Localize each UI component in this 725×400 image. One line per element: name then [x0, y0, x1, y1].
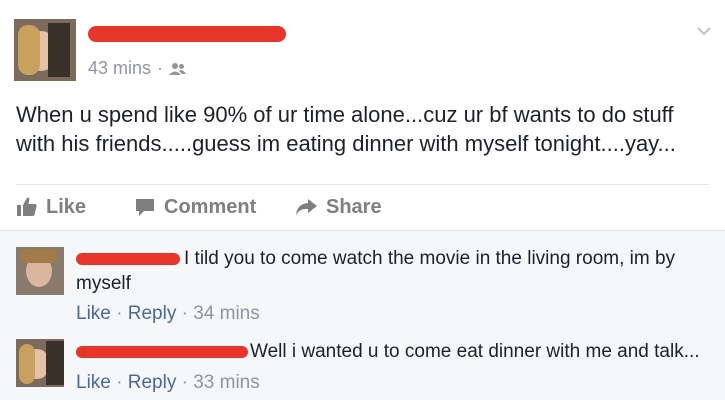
- redacted-author-name[interactable]: [88, 26, 286, 42]
- post-text: When u spend like 90% of ur time alone..…: [16, 102, 676, 156]
- meta-separator: ·: [110, 303, 128, 324]
- comment-like-link[interactable]: Like: [76, 303, 111, 324]
- post-meta: 43 mins ·: [88, 58, 187, 79]
- redacted-commenter-name[interactable]: [76, 346, 248, 358]
- comment-label: Comment: [164, 195, 257, 218]
- meta-separator: ·: [176, 372, 194, 393]
- like-button[interactable]: Like: [16, 196, 134, 219]
- meta-separator: ·: [176, 303, 194, 324]
- action-bar: Like Comment Share: [16, 190, 382, 224]
- post-timestamp[interactable]: 43 mins: [88, 58, 151, 79]
- comment-text-line1: Well i wanted u to come eat dinner with …: [250, 341, 700, 362]
- comment-time[interactable]: 33 mins: [193, 372, 260, 393]
- action-divider: [16, 184, 709, 185]
- like-label: Like: [46, 195, 87, 218]
- chevron-down-icon[interactable]: [695, 22, 713, 40]
- meta-separator: ·: [110, 372, 128, 393]
- commenter-avatar[interactable]: [16, 247, 64, 295]
- comment-like-link[interactable]: Like: [76, 372, 111, 393]
- share-button[interactable]: Share: [294, 196, 382, 219]
- comment-meta: Like · Reply · 34 mins: [76, 303, 260, 325]
- comment-meta: Like · Reply · 33 mins: [76, 372, 260, 394]
- comment-text-line2: myself: [76, 273, 131, 294]
- comment-button[interactable]: Comment: [134, 196, 294, 219]
- comment-text-line1: I tild you to come watch the movie in th…: [184, 248, 676, 269]
- facebook-post: 43 mins · When u spend like 90% of ur ti…: [0, 0, 725, 400]
- commenter-avatar[interactable]: [16, 339, 64, 387]
- comment-reply-link[interactable]: Reply: [128, 303, 177, 324]
- comment-icon: [136, 199, 154, 216]
- redacted-commenter-name[interactable]: [76, 253, 180, 265]
- author-avatar[interactable]: [14, 19, 76, 81]
- share-arrow-icon: [296, 199, 317, 215]
- thumbs-up-icon: [17, 197, 37, 216]
- comments-section: I tild you to come watch the movie in th…: [0, 230, 725, 400]
- friends-icon: [169, 62, 187, 75]
- comment-reply-link[interactable]: Reply: [128, 372, 177, 393]
- share-label: Share: [326, 195, 382, 218]
- meta-separator: ·: [157, 58, 164, 78]
- comment-time[interactable]: 34 mins: [193, 303, 260, 324]
